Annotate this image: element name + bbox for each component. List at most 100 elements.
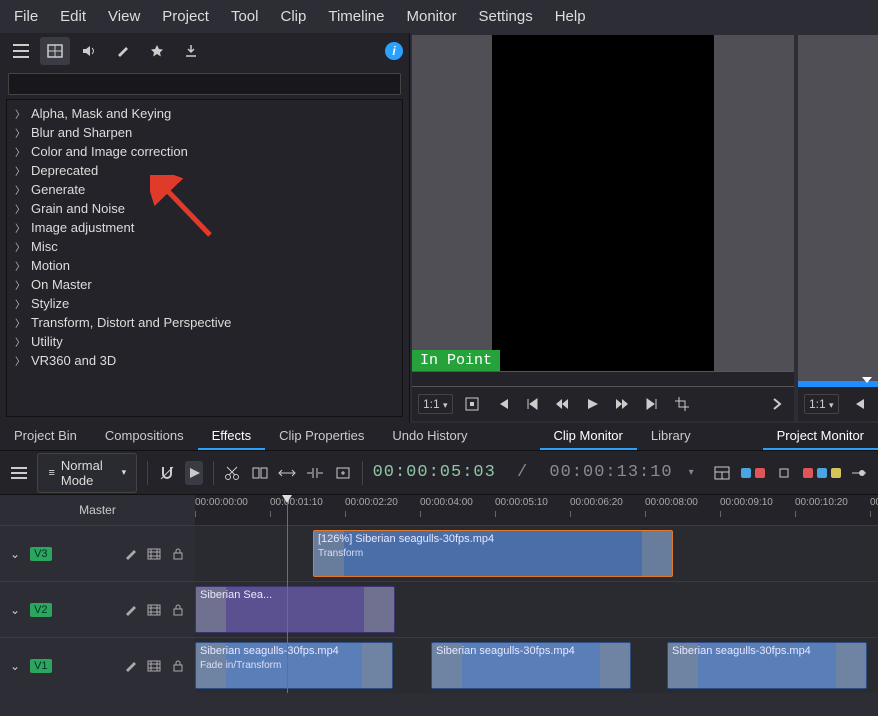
magnet-icon[interactable]: [158, 461, 175, 485]
master-track-label[interactable]: Master: [0, 495, 195, 525]
go-start-icon[interactable]: [491, 393, 513, 415]
info-icon[interactable]: i: [385, 42, 403, 60]
effect-category[interactable]: 〉Image adjustment: [15, 218, 394, 237]
effect-category[interactable]: 〉Deprecated: [15, 161, 394, 180]
crop-icon[interactable]: [671, 393, 693, 415]
lock-icon[interactable]: [171, 547, 185, 561]
lock-icon[interactable]: [171, 603, 185, 617]
effect-category[interactable]: 〉Utility: [15, 332, 394, 351]
next-panel-icon[interactable]: [766, 393, 788, 415]
effect-category[interactable]: 〉Transform, Distort and Perspective: [15, 313, 394, 332]
monitor-viewport[interactable]: [492, 35, 714, 371]
film-icon[interactable]: [147, 547, 161, 561]
play-tool-icon[interactable]: [185, 461, 202, 485]
menu-timeline[interactable]: Timeline: [328, 8, 384, 25]
menu-project[interactable]: Project: [162, 8, 209, 25]
effect-category[interactable]: 〉On Master: [15, 275, 394, 294]
effect-category[interactable]: 〉VR360 and 3D: [15, 351, 394, 370]
effects-search-input[interactable]: [8, 73, 401, 95]
track-lane[interactable]: [126%] Siberian seagulls-30fps.mp4Transf…: [195, 526, 878, 581]
effect-category[interactable]: 〉Grain and Noise: [15, 199, 394, 218]
volume-icon[interactable]: [74, 37, 104, 65]
download-icon[interactable]: [176, 37, 206, 65]
track-tag[interactable]: V2: [30, 603, 51, 617]
star-icon[interactable]: [142, 37, 172, 65]
playhead[interactable]: [287, 495, 288, 693]
go-start-icon-2[interactable]: [847, 393, 869, 415]
menu-help[interactable]: Help: [555, 8, 586, 25]
list-view-icon[interactable]: [6, 37, 36, 65]
timeline-clip[interactable]: Siberian seagulls-30fps.mp4: [667, 642, 867, 689]
proxy-icon[interactable]: [775, 461, 792, 485]
tab-undo-history[interactable]: Undo History: [378, 423, 481, 450]
monitor-controls: 1:1 ▾: [412, 387, 794, 421]
next-frame-icon[interactable]: [641, 393, 663, 415]
track-tag[interactable]: V3: [30, 547, 51, 561]
tab-compositions[interactable]: Compositions: [91, 423, 198, 450]
timeline-clip[interactable]: [126%] Siberian seagulls-30fps.mp4Transf…: [313, 530, 673, 577]
tab-effects[interactable]: Effects: [198, 423, 266, 450]
monitor-ruler[interactable]: [412, 371, 794, 387]
overwrite-icon[interactable]: [334, 461, 351, 485]
zoom-ratio-select-2[interactable]: 1:1 ▾: [804, 394, 839, 414]
mini-position-bar[interactable]: [798, 381, 878, 387]
forward-icon[interactable]: [611, 393, 633, 415]
grid-view-icon[interactable]: [40, 37, 70, 65]
track-header[interactable]: ⌄ V3: [0, 526, 195, 581]
effect-category[interactable]: 〉Color and Image correction: [15, 142, 394, 161]
cut-icon[interactable]: [224, 461, 241, 485]
track-lane[interactable]: Siberian seagulls-30fps.mp4Fade in/Trans…: [195, 638, 878, 693]
fullscreen-icon[interactable]: [461, 393, 483, 415]
tab-project-bin[interactable]: Project Bin: [0, 423, 91, 450]
insert-icon[interactable]: [306, 461, 324, 485]
menu-file[interactable]: File: [14, 8, 38, 25]
film-icon[interactable]: [147, 659, 161, 673]
chevron-down-icon[interactable]: ⌄: [10, 659, 20, 673]
slider-icon[interactable]: [851, 461, 868, 485]
timeline-clip[interactable]: Siberian seagulls-30fps.mp4Fade in/Trans…: [195, 642, 393, 689]
timeline-clip[interactable]: Siberian Sea...: [195, 586, 395, 633]
timecode-current[interactable]: 00:00:05:03: [373, 463, 496, 482]
tab-clip-monitor[interactable]: Clip Monitor: [540, 423, 637, 450]
layout-icon[interactable]: [714, 461, 731, 485]
tag-colors-b[interactable]: [803, 468, 841, 478]
spacer-icon[interactable]: [278, 461, 296, 485]
timeline-ruler[interactable]: 00:00:00:0000:00:01:1000:00:02:2000:00:0…: [195, 495, 878, 525]
play-icon[interactable]: [581, 393, 603, 415]
effect-category[interactable]: 〉Blur and Sharpen: [15, 123, 394, 142]
chevron-down-icon[interactable]: ⌄: [10, 547, 20, 561]
menu-clip[interactable]: Clip: [281, 8, 307, 25]
tab-clip-properties[interactable]: Clip Properties: [265, 423, 378, 450]
wand-icon[interactable]: [108, 37, 138, 65]
tag-colors-a[interactable]: [741, 468, 765, 478]
effect-category[interactable]: 〉Misc: [15, 237, 394, 256]
effect-category[interactable]: 〉Motion: [15, 256, 394, 275]
fx-icon[interactable]: [123, 547, 137, 561]
zoom-ratio-select[interactable]: 1:1 ▾: [418, 394, 453, 414]
film-icon[interactable]: [147, 603, 161, 617]
track-tag[interactable]: V1: [30, 659, 51, 673]
effect-category[interactable]: 〉Alpha, Mask and Keying: [15, 104, 394, 123]
rewind-icon[interactable]: [551, 393, 573, 415]
menu-monitor[interactable]: Monitor: [406, 8, 456, 25]
lock-icon[interactable]: [171, 659, 185, 673]
select-all-icon[interactable]: [251, 461, 268, 485]
edit-mode-select[interactable]: ≡ Normal Mode ▾: [37, 453, 137, 493]
tab-project-monitor[interactable]: Project Monitor: [763, 423, 878, 450]
hamburger-icon[interactable]: [10, 461, 27, 485]
tab-library[interactable]: Library: [637, 423, 705, 450]
track-header[interactable]: ⌄ V2: [0, 582, 195, 637]
effect-category[interactable]: 〉Generate: [15, 180, 394, 199]
timeline-clip[interactable]: Siberian seagulls-30fps.mp4: [431, 642, 631, 689]
menu-edit[interactable]: Edit: [60, 8, 86, 25]
fx-icon[interactable]: [123, 659, 137, 673]
menu-view[interactable]: View: [108, 8, 140, 25]
track-lane[interactable]: Siberian Sea...: [195, 582, 878, 637]
chevron-down-icon[interactable]: ⌄: [10, 603, 20, 617]
prev-frame-icon[interactable]: [521, 393, 543, 415]
menu-settings[interactable]: Settings: [479, 8, 533, 25]
track-header[interactable]: ⌄ V1: [0, 638, 195, 693]
menu-tool[interactable]: Tool: [231, 8, 259, 25]
effect-category[interactable]: 〉Stylize: [15, 294, 394, 313]
fx-icon[interactable]: [123, 603, 137, 617]
